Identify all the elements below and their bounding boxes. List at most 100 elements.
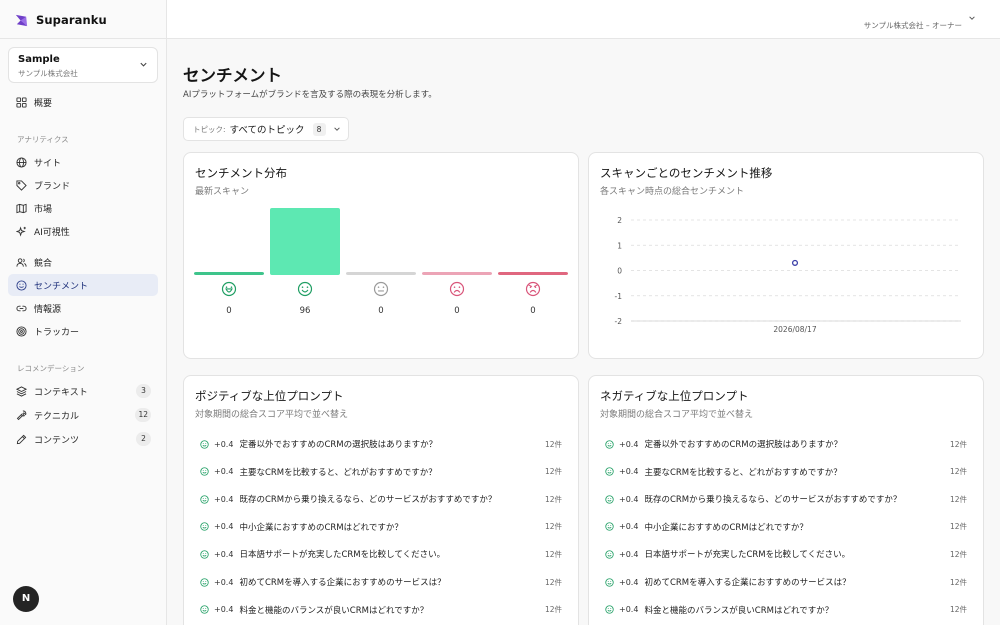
count-badge: 2 [136,432,151,446]
sidebar-item-content[interactable]: コンテンツ 2 [8,428,158,450]
card-title: ネガティブな上位プロンプト [600,389,749,403]
prompt-row[interactable]: +0.4 中小企業におすすめのCRMはどれですか？ 12件 [200,520,562,534]
sidebar-item-ai-visibility[interactable]: AI可視性 [8,220,158,242]
angry-face-icon [525,281,541,297]
org-subtitle: サンプル株式会社 [18,69,78,78]
prompt-text: 中小企業におすすめのCRMはどれですか？ [644,522,808,533]
count-badge: 12 [135,408,151,422]
page-description: AIプラットフォームがブランドを言及する際の表現を分析します。 [183,90,437,100]
chevron-down-icon[interactable] [968,14,976,22]
prompt-row[interactable]: +0.4 既存のCRMから乗り換えるなら、どのサービスがおすすめですか？ 12件 [200,492,562,506]
smile-face-icon [200,439,209,449]
y-tick-label: 2 [617,216,622,225]
sidebar-item-label: 市場 [34,204,53,215]
prompt-score: +0.4 [619,549,639,559]
sidebar-item-market[interactable]: 市場 [8,197,158,219]
prompt-count: 12件 [949,494,967,504]
bar-value-label: 96 [300,306,311,316]
prompt-score: +0.4 [214,522,234,532]
sentiment-distribution-card: センチメント分布 最新スキャン 0 96 0 0 0 [183,152,579,359]
prompt-row[interactable]: +0.4 主要なCRMを比較すると、どれがおすすめですか？ 12件 [605,465,967,479]
map-icon [16,203,27,213]
pencil-icon [16,434,27,444]
sidebar-item-technical[interactable]: テクニカル 12 [8,404,158,426]
sentiment-bar-chart: 0 96 0 0 0 [194,208,568,316]
sidebar-item-brand[interactable]: ブランド [8,174,158,196]
sidebar-item-tracker[interactable]: トラッカー [8,320,158,342]
sparkles-icon [16,225,26,237]
prompt-score: +0.4 [214,467,234,477]
prompt-score: +0.4 [214,577,234,587]
prompt-text: 料金と機能のバランスが良いCRMはどれですか？ [644,605,834,616]
account-switcher-label[interactable]: サンプル株式会社 – オーナー [864,20,962,31]
prompt-score: +0.4 [619,605,639,615]
sidebar: Suparanku Sample サンプル株式会社 概要 アナリティクス サイト… [0,0,167,625]
smile-face-icon [605,550,614,559]
prompt-text: 中小企業におすすめのCRMはどれですか？ [239,522,403,533]
link-icon [16,305,27,311]
globe-icon [16,156,27,168]
smile-face-icon [200,522,209,531]
prompt-row[interactable]: +0.4 料金と機能のバランスが良いCRMはどれですか？ 12件 [605,603,967,617]
card-title: ポジティブな上位プロンプト [195,389,344,403]
smile-face-icon [297,281,313,297]
smile-face-icon [200,577,209,587]
prompt-text: 初めてCRMを導入する企業におすすめのサービスは？ [644,578,851,588]
app-name: Suparanku [36,13,107,27]
data-point[interactable] [791,259,799,266]
sidebar-item-overview[interactable]: 概要 [8,91,158,113]
nav-section-analytics: アナリティクス [17,135,69,144]
smile-face-icon [200,605,209,614]
y-tick-label: -1 [615,292,623,301]
sidebar-item-label: コンテンツ [34,435,80,446]
prompt-count: 12件 [949,549,967,559]
neutral-face-icon [373,281,389,297]
sentiment-trend-card: スキャンごとのセンチメント推移 各スキャン時点の総合センチメント 2 1 0 -1 -2… [588,152,984,359]
x-tick-label: 2026/08/17 [773,325,816,334]
sidebar-item-context[interactable]: コンテキスト 3 [8,380,158,402]
prompt-row[interactable]: +0.4 日本語サポートが充実したCRMを比較してください。 12件 [200,547,562,561]
app-logo[interactable]: Suparanku [14,11,107,29]
filter-count-badge: 8 [312,122,326,136]
smile-face-icon [605,467,614,476]
sidebar-item-sentiment[interactable]: センチメント [8,274,158,296]
prompt-text: 定番以外でおすすめのCRMの選択肢はありますか？ [644,440,843,450]
chevron-down-icon [333,127,340,131]
target-icon [16,325,27,337]
user-avatar[interactable]: N [13,586,39,612]
prompt-count: 12件 [544,522,562,532]
bar-value-label: 0 [454,306,459,316]
sidebar-item-label: ブランド [34,181,71,192]
org-switcher[interactable]: Sample サンプル株式会社 [8,47,158,83]
topic-filter[interactable]: トピック: すべてのトピック 8 [183,117,349,141]
nav-section-recommendations: レコメンデーション [17,364,85,373]
prompt-row[interactable]: +0.4 中小企業におすすめのCRMはどれですか？ 12件 [605,520,967,534]
sidebar-item-competitors[interactable]: 競合 [8,251,158,273]
prompt-row[interactable]: +0.4 主要なCRMを比較すると、どれがおすすめですか？ 12件 [200,465,562,479]
smile-face-icon [200,467,209,476]
sidebar-item-label: 概要 [34,98,53,109]
prompt-row[interactable]: +0.4 定番以外でおすすめのCRMの選択肢はありますか？ 12件 [605,437,967,451]
sidebar-item-site[interactable]: サイト [8,151,158,173]
prompt-row[interactable]: +0.4 初めてCRMを導入する企業におすすめのサービスは？ 12件 [605,575,967,589]
layers-icon [16,385,27,397]
card-subtitle: 対象期間の総合スコア平均で並べ替え [600,410,754,420]
prompt-count: 12件 [544,439,562,449]
prompt-text: 日本語サポートが充実したCRMを比較してください。 [644,550,851,561]
sidebar-item-label: 競合 [34,258,53,269]
prompt-count: 12件 [544,605,562,615]
prompt-row[interactable]: +0.4 初めてCRMを導入する企業におすすめのサービスは？ 12件 [200,575,562,589]
prompt-count: 12件 [544,577,562,587]
y-tick-label: 0 [617,267,622,276]
prompt-row[interactable]: +0.4 日本語サポートが充実したCRMを比較してください。 12件 [605,547,967,561]
sidebar-item-sources[interactable]: 情報源 [8,297,158,319]
prompt-score: +0.4 [619,577,639,587]
prompt-row[interactable]: +0.4 定番以外でおすすめのCRMの選択肢はありますか？ 12件 [200,437,562,451]
smile-face-icon [200,550,209,559]
wrench-icon [16,410,27,420]
prompt-row[interactable]: +0.4 既存のCRMから乗り換えるなら、どのサービスがおすすめですか？ 12件 [605,492,967,506]
sidebar-item-label: コンテキスト [34,387,88,398]
prompt-count: 12件 [544,549,562,559]
smile-face-icon [605,439,614,449]
prompt-row[interactable]: +0.4 料金と機能のバランスが良いCRMはどれですか？ 12件 [200,603,562,617]
